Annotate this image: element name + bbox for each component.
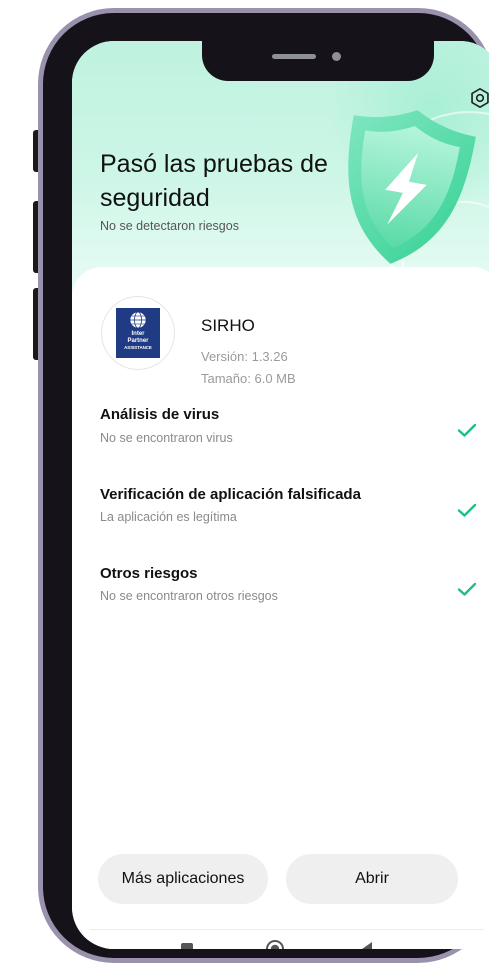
logo-text: ASSISTANCE [124, 345, 152, 350]
phone-frame: Pasó las pruebas de seguridad No se dete… [38, 8, 489, 963]
nav-divider [90, 929, 484, 930]
app-version: Versión: 1.3.26 [201, 349, 288, 364]
nav-back-button[interactable] [357, 939, 377, 949]
open-button[interactable]: Abrir [286, 854, 458, 904]
back-triangle-icon [362, 942, 372, 949]
phone-screen: Pasó las pruebas de seguridad No se dete… [72, 41, 489, 949]
check-subtitle-other-risks: No se encontraron otros riesgos [100, 589, 278, 603]
nav-recents-button[interactable] [177, 939, 197, 949]
app-logo-mark: Inter Partner ASSISTANCE [116, 308, 160, 358]
speaker-grille [272, 54, 316, 59]
check-title-other-risks: Otros riesgos [100, 565, 198, 582]
check-icon [457, 423, 477, 437]
front-camera [332, 52, 341, 61]
check-title-virus: Análisis de virus [100, 406, 220, 423]
app-size: Tamaño: 6.0 MB [201, 371, 296, 386]
circle-icon [266, 940, 284, 949]
page-subtitle: No se detectaron riesgos [100, 219, 239, 233]
nav-home-button[interactable] [265, 939, 285, 949]
check-icon [457, 582, 477, 596]
check-icon [457, 503, 477, 517]
results-card [72, 267, 489, 949]
more-apps-button[interactable]: Más aplicaciones [98, 854, 268, 904]
globe-icon [129, 311, 147, 329]
page-title: Pasó las pruebas de seguridad [100, 150, 328, 212]
check-subtitle-virus: No se encontraron virus [100, 431, 233, 445]
camera-notch [202, 41, 434, 81]
check-subtitle-fake-app: La aplicación es legítima [100, 510, 237, 524]
logo-text: Inter Partner [127, 331, 149, 344]
square-icon [181, 943, 193, 949]
check-title-fake-app: Verificación de aplicación falsificada [100, 486, 361, 503]
app-name: SIRHO [201, 316, 255, 335]
app-logo: Inter Partner ASSISTANCE [102, 297, 174, 369]
